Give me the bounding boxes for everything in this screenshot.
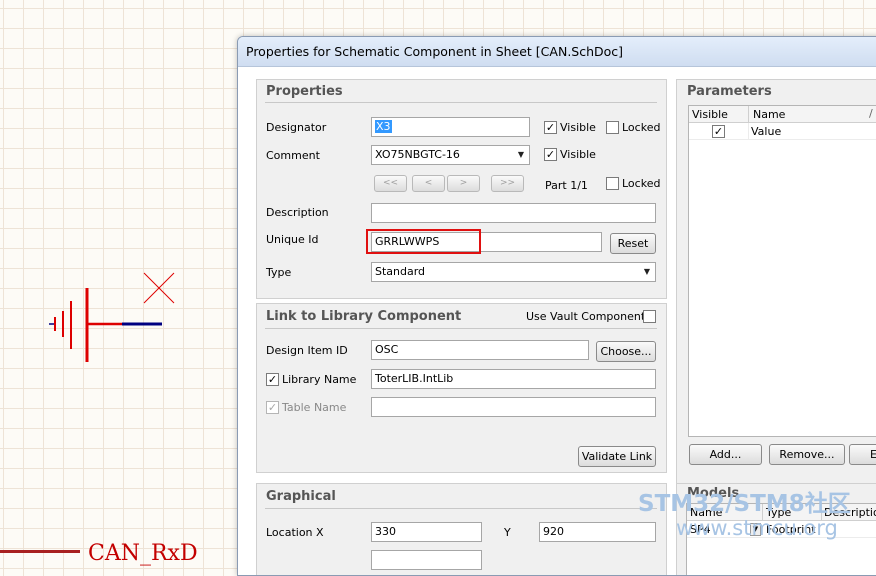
properties-title: Properties (266, 84, 343, 99)
remove-parameter-button[interactable]: Remove... (769, 444, 845, 465)
parameters-grid-header: Visible Name / (689, 106, 876, 123)
library-name-checkbox[interactable]: ✓ (266, 373, 279, 386)
comment-label: Comment (266, 149, 320, 162)
comment-value: XO75NBGTC-16 (375, 148, 460, 161)
library-name-label: Library Name (282, 373, 357, 386)
table-name-input[interactable] (371, 397, 656, 417)
location-y-label: Y (504, 526, 511, 539)
table-row[interactable]: ✓ Value (689, 123, 876, 140)
library-link-title: Link to Library Component (266, 309, 462, 324)
reset-button[interactable]: Reset (610, 233, 656, 254)
graphical-group: Graphical Location X 330 Y 920 (256, 483, 667, 575)
library-link-group: Link to Library Component Use Vault Comp… (256, 303, 667, 473)
column-separator (748, 106, 749, 122)
param-visible-checkbox[interactable]: ✓ (712, 125, 725, 138)
use-vault-checkbox[interactable] (643, 310, 656, 323)
column-separator (748, 123, 749, 139)
properties-group: Properties Designator X3 ✓ Visible Locke… (256, 79, 667, 299)
prev-part-button[interactable]: < (412, 175, 445, 192)
canvas-wire-bottom (0, 550, 80, 553)
designator-label: Designator (266, 121, 327, 134)
validate-link-button[interactable]: Validate Link (578, 446, 656, 467)
design-item-id-input[interactable]: OSC (371, 340, 589, 360)
location-y-input[interactable]: 920 (539, 522, 656, 542)
comment-visible-label: Visible (560, 148, 596, 161)
description-input[interactable] (371, 203, 656, 223)
dialog-title[interactable]: Properties for Schematic Component in Sh… (238, 37, 876, 67)
part-locked-label: Locked (622, 177, 661, 190)
col-visible-header[interactable]: Visible (692, 108, 728, 121)
edit-parameter-button[interactable]: E (849, 444, 876, 465)
type-select[interactable]: Standard ▼ (371, 262, 656, 282)
table-name-label: Table Name (282, 401, 347, 414)
type-label: Type (266, 266, 292, 279)
add-parameter-button[interactable]: Add... (689, 444, 762, 465)
graphical-divider (265, 508, 657, 509)
chevron-down-icon: ▼ (643, 267, 650, 276)
schematic-symbol (49, 272, 175, 362)
orientation-select[interactable] (371, 550, 482, 570)
part-indicator: Part 1/1 (545, 179, 588, 192)
parameters-group: Parameters Visible Name / ✓ Value Add...… (676, 79, 876, 487)
canvas-net-label: CAN_RxD (88, 541, 198, 566)
choose-button[interactable]: Choose... (596, 341, 656, 362)
designator-locked-checkbox[interactable] (606, 121, 619, 134)
designator-input[interactable]: X3 (371, 117, 530, 137)
properties-divider (265, 102, 657, 103)
graphical-title: Graphical (266, 489, 336, 504)
next-part-button[interactable]: > (447, 175, 480, 192)
param-name-cell: Value (751, 125, 782, 138)
table-name-checkbox[interactable]: ✓ (266, 401, 279, 414)
designator-selected-text: X3 (375, 120, 392, 133)
design-item-id-label: Design Item ID (266, 344, 348, 357)
last-part-button[interactable]: >> (491, 175, 524, 192)
library-link-divider (265, 328, 657, 329)
comment-visible-checkbox[interactable]: ✓ (544, 148, 557, 161)
chevron-down-icon: ▼ (517, 150, 524, 159)
type-value: Standard (375, 265, 426, 278)
part-locked-checkbox[interactable] (606, 177, 619, 190)
unique-id-highlight-box (366, 229, 481, 254)
library-name-input[interactable]: ToterLIB.IntLib (371, 369, 656, 389)
use-vault-label: Use Vault Component (526, 310, 646, 323)
first-part-button[interactable]: << (374, 175, 407, 192)
watermark-url: www.stmcu.org (676, 516, 838, 540)
designator-locked-label: Locked (622, 121, 661, 134)
description-label: Description (266, 206, 329, 219)
parameters-title: Parameters (687, 84, 772, 99)
designator-visible-label: Visible (560, 121, 596, 134)
location-x-input[interactable]: 330 (371, 522, 482, 542)
comment-select[interactable]: XO75NBGTC-16 ▼ (371, 145, 530, 165)
location-x-label: Location X (266, 526, 324, 539)
watermark-title: STM32/STM8社区 (638, 491, 851, 517)
unique-id-label: Unique Id (266, 233, 319, 246)
designator-visible-checkbox[interactable]: ✓ (544, 121, 557, 134)
col-name-header[interactable]: Name (753, 108, 785, 121)
parameters-grid: Visible Name / ✓ Value (688, 105, 876, 437)
sort-icon: / (869, 107, 873, 120)
